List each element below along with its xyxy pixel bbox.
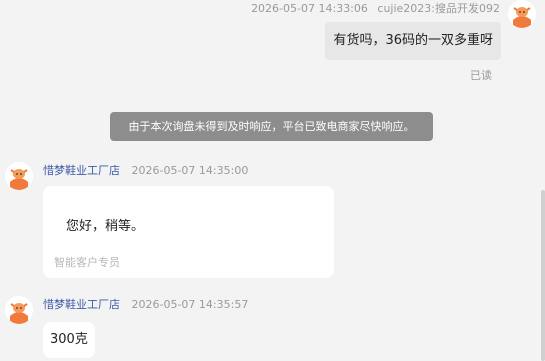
reply2-timestamp: 2026-05-07 14:35:57 [131, 298, 249, 311]
cartoon-cow-avatar-icon [508, 0, 536, 28]
outgoing-timestamp: 2026-05-07 14:33:06 [251, 2, 368, 15]
reply1-timestamp: 2026-05-07 14:35:00 [131, 164, 249, 177]
user-avatar[interactable] [508, 0, 536, 28]
outgoing-message-meta: 2026-05-07 14:33:06 cujie2023:搜品开发092 [251, 0, 500, 16]
smart-agent-tag: 智能客户专员 [54, 256, 120, 269]
reply2-meta: 惜梦鞋业工厂店 2026-05-07 14:35:57 [43, 296, 248, 312]
outgoing-sender-name: cujie2023:搜品开发092 [377, 2, 500, 15]
outgoing-message-text: 有货吗，36码的一双多重呀 [333, 33, 493, 48]
system-notice: 由于本次询盘未得到及时响应，平台已致电商家尽快响应。 [110, 112, 433, 141]
shop-name[interactable]: 惜梦鞋业工厂店 [43, 164, 120, 177]
read-status: 已读 [470, 69, 492, 82]
shop-name[interactable]: 惜梦鞋业工厂店 [43, 298, 120, 311]
shop-avatar[interactable] [5, 162, 33, 190]
scrollbar[interactable] [541, 190, 545, 361]
cartoon-cow-avatar-icon [5, 162, 33, 190]
reply2-bubble[interactable]: 300克 [43, 322, 95, 358]
cartoon-cow-avatar-icon [5, 296, 33, 324]
reply1-bubble[interactable]: 您好，稍等。 智能客户专员 [43, 186, 334, 278]
shop-avatar[interactable] [5, 296, 33, 324]
reply1-meta: 惜梦鞋业工厂店 2026-05-07 14:35:00 [43, 162, 248, 178]
reply2-text: 300克 [50, 332, 88, 347]
outgoing-message-bubble[interactable]: 有货吗，36码的一双多重呀 [325, 22, 501, 60]
reply1-text: 您好，稍等。 [66, 219, 145, 234]
